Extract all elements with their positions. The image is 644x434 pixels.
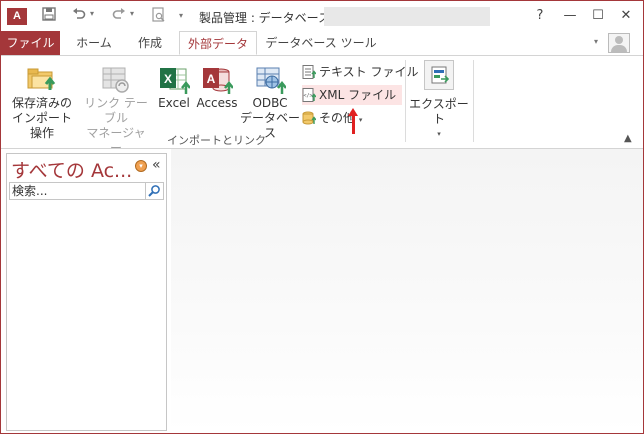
excel-icon: X xyxy=(158,64,191,96)
window-title: 製品管理 : データベース- xyxy=(199,11,335,25)
help-button[interactable]: ? xyxy=(527,5,553,27)
navigation-pane: すべての Ac... ▾ « xyxy=(6,153,167,431)
xml-file-icon: </> xyxy=(302,88,317,102)
xml-file-label: XML ファイル xyxy=(319,88,397,102)
close-button[interactable]: ✕ xyxy=(613,5,639,27)
export-dropdown-icon: ▾ xyxy=(437,130,441,138)
save-icon[interactable] xyxy=(39,7,59,27)
more-dropdown-icon: ▾ xyxy=(358,116,363,124)
excel-label: Excel xyxy=(158,96,190,110)
svg-text:</>: </> xyxy=(303,93,312,99)
group-separator xyxy=(405,60,406,142)
ribbon-panel: 保存済みの インポート操作 リンク テーブル マネージャー X Excel A … xyxy=(1,56,643,155)
linked-table-manager-button[interactable]: リンク テーブル マネージャー xyxy=(81,64,151,156)
text-file-button[interactable]: テキスト ファイル xyxy=(302,62,418,82)
linked-table-manager-label-1: リンク テーブル xyxy=(84,96,148,125)
text-file-icon xyxy=(302,65,317,79)
ribbon-options-icon[interactable]: ▾ xyxy=(594,37,598,46)
saved-imports-label-1: 保存済みの xyxy=(11,96,72,110)
text-file-label: テキスト ファイル xyxy=(319,65,419,79)
undo-icon[interactable] xyxy=(69,7,89,27)
linked-table-manager-icon xyxy=(100,64,132,96)
access-import-button[interactable]: A Access xyxy=(195,64,239,111)
redo-icon[interactable] xyxy=(109,7,129,27)
access-label: Access xyxy=(196,96,238,110)
user-avatar[interactable] xyxy=(608,33,630,53)
odbc-label-1: ODBC xyxy=(252,96,288,110)
tab-file[interactable]: ファイル xyxy=(1,31,60,55)
nav-search-box xyxy=(9,182,164,200)
minimize-button[interactable]: — xyxy=(557,5,583,27)
tab-database-tools[interactable]: データベース ツール xyxy=(263,31,379,55)
xml-file-button[interactable]: </> XML ファイル xyxy=(302,85,403,105)
odbc-database-button[interactable]: ODBC データベース xyxy=(239,64,301,141)
export-label: エクスポート xyxy=(409,97,469,126)
customize-qat-icon[interactable]: ▾ xyxy=(179,11,183,20)
ribbon-tabs: ファイル ホーム 作成 外部データ データベース ツール ▾ xyxy=(1,31,643,56)
redacted-filename xyxy=(324,7,490,26)
print-preview-icon[interactable] xyxy=(149,7,169,27)
saved-imports-icon xyxy=(26,64,58,96)
document-work-area xyxy=(171,149,643,433)
tab-home[interactable]: ホーム xyxy=(67,31,121,55)
access-window: A ▾ ▾ ▾ 製品管理 : データベース- ? — ☐ ✕ ファイル ホーム … xyxy=(0,0,644,434)
tab-create[interactable]: 作成 xyxy=(125,31,175,55)
avatar-body xyxy=(611,45,627,52)
collapse-ribbon-icon[interactable]: ▲ xyxy=(624,133,632,144)
group-separator-export xyxy=(473,60,474,142)
nav-search-input[interactable] xyxy=(12,183,142,199)
title-bar: A ▾ ▾ ▾ 製品管理 : データベース- ? — ☐ ✕ xyxy=(1,1,643,31)
linked-table-manager-label-2: マネージャー xyxy=(86,126,146,155)
undo-dropdown-icon[interactable]: ▾ xyxy=(90,9,94,18)
access-logo-icon[interactable]: A xyxy=(7,8,27,25)
annotation-arrow xyxy=(348,108,358,134)
more-import-icon xyxy=(302,111,317,125)
search-icon[interactable] xyxy=(145,183,163,199)
svg-text:A: A xyxy=(207,72,216,86)
excel-import-button[interactable]: X Excel xyxy=(155,64,193,111)
avatar-head xyxy=(615,36,623,44)
import-group-label: インポートとリンク xyxy=(167,134,266,147)
export-button[interactable]: エクスポート ▾ xyxy=(409,60,469,142)
tab-external-data[interactable]: 外部データ xyxy=(179,31,257,55)
export-icon xyxy=(424,60,454,90)
nav-pane-title[interactable]: すべての Ac... xyxy=(11,156,132,183)
odbc-database-icon xyxy=(254,64,287,96)
maximize-button[interactable]: ☐ xyxy=(585,5,611,27)
redo-dropdown-icon[interactable]: ▾ xyxy=(130,9,134,18)
saved-imports-label-2: インポート操作 xyxy=(11,111,72,140)
svg-text:X: X xyxy=(164,72,172,86)
saved-imports-button[interactable]: 保存済みの インポート操作 xyxy=(9,64,75,141)
nav-menu-dropdown-icon[interactable]: ▾ xyxy=(135,160,147,172)
access-icon: A xyxy=(201,64,234,96)
nav-collapse-icon[interactable]: « xyxy=(152,157,161,173)
